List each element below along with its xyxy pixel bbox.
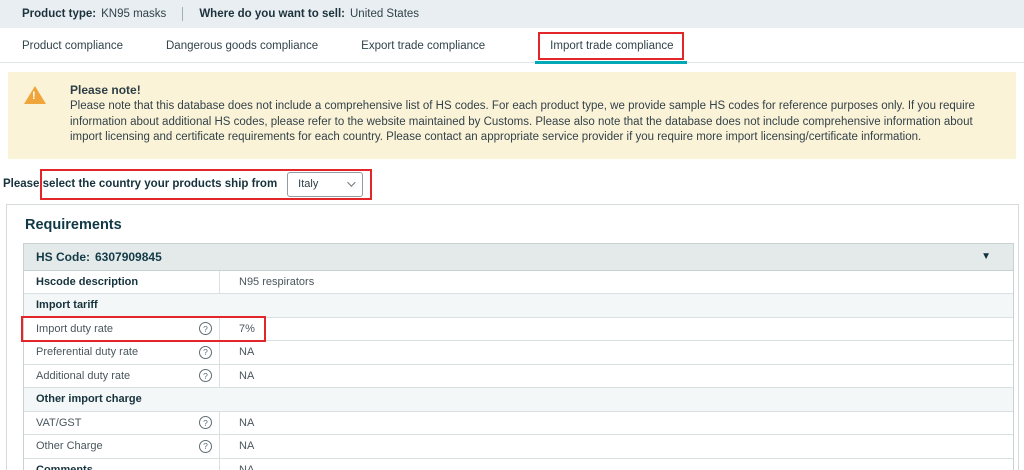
table-row: Preferential duty rate NA	[24, 341, 1013, 365]
section-row: Import tariff	[24, 294, 1013, 318]
notice-body: Please note that this database does not …	[70, 99, 1002, 146]
product-type-value: KN95 masks	[101, 8, 166, 20]
sell-destination-value: United States	[350, 8, 419, 20]
context-bar: Product type: KN95 masks Where do you wa…	[0, 0, 1024, 28]
tab-export-trade-compliance[interactable]: Export trade compliance	[361, 40, 485, 52]
row-value: NA	[220, 435, 1013, 458]
row-label: Preferential duty rate	[36, 346, 138, 358]
help-icon[interactable]	[199, 346, 212, 359]
table-row: Import duty rate 7%	[24, 318, 1013, 342]
row-label: Additional duty rate	[36, 370, 130, 382]
row-label: Comments	[36, 464, 93, 470]
section-label: Import tariff	[24, 294, 1013, 317]
vertical-divider	[182, 7, 183, 21]
sell-destination-label: Where do you want to sell:	[199, 8, 345, 20]
table-row: VAT/GST NA	[24, 412, 1013, 436]
tab-import-trade-compliance[interactable]: Import trade compliance	[550, 40, 673, 52]
tab-dangerous-goods-compliance[interactable]: Dangerous goods compliance	[166, 40, 318, 52]
help-icon[interactable]	[199, 416, 212, 429]
section-label: Other import charge	[24, 388, 1013, 411]
tab-label: Dangerous goods compliance	[166, 40, 318, 52]
product-type-label: Product type:	[22, 8, 96, 20]
row-label: Import duty rate	[36, 323, 113, 335]
row-label: Other Charge	[36, 440, 103, 452]
requirements-panel: Requirements HS Code: 6307909845 ▼ Hscod…	[6, 204, 1019, 470]
notice-banner: Please note! Please note that this datab…	[8, 72, 1016, 159]
requirements-table: HS Code: 6307909845 ▼ Hscode description…	[23, 243, 1014, 470]
table-row: Other Charge NA	[24, 435, 1013, 459]
active-tab-underline	[535, 61, 686, 64]
help-icon[interactable]	[199, 369, 212, 382]
chevron-down-icon	[347, 178, 355, 186]
notice-title: Please note!	[70, 83, 1002, 97]
hs-code-value: 6307909845	[95, 250, 162, 264]
hs-code-header[interactable]: HS Code: 6307909845 ▼	[24, 244, 1013, 271]
ship-from-label-prefix: Please	[3, 178, 39, 190]
tab-label: Export trade compliance	[361, 40, 485, 52]
ship-from-country-select[interactable]: Italy	[287, 172, 363, 197]
tab-product-compliance[interactable]: Product compliance	[22, 40, 123, 52]
requirements-heading: Requirements	[25, 217, 1018, 233]
row-value: NA	[220, 365, 1013, 388]
row-value: NA	[220, 341, 1013, 364]
section-row: Other import charge	[24, 388, 1013, 412]
row-value: 7%	[220, 318, 1013, 341]
hs-code-label: HS Code:	[36, 250, 90, 264]
row-label: VAT/GST	[36, 417, 81, 429]
help-icon[interactable]	[199, 440, 212, 453]
warning-icon	[24, 86, 46, 146]
table-row: Comments NA	[24, 459, 1013, 470]
ship-from-row: Please select the country your products …	[3, 169, 1024, 200]
row-value: N95 respirators	[220, 271, 1013, 294]
help-icon[interactable]	[199, 322, 212, 335]
tab-label: Product compliance	[22, 40, 123, 52]
row-label: Hscode description	[36, 276, 138, 288]
table-rows: Hscode descriptionN95 respiratorsImport …	[24, 271, 1013, 470]
row-value: NA	[220, 459, 1013, 470]
tab-bar: Product compliance Dangerous goods compli…	[0, 29, 1024, 63]
table-row: Additional duty rate NA	[24, 365, 1013, 389]
collapse-caret-icon[interactable]: ▼	[981, 251, 991, 262]
selected-country: Italy	[298, 178, 318, 190]
row-value: NA	[220, 412, 1013, 435]
tab-label: Import trade compliance	[550, 40, 673, 52]
ship-from-label: select the country your products ship fr…	[43, 178, 278, 190]
table-row: Hscode description N95 respirators	[24, 271, 1013, 295]
